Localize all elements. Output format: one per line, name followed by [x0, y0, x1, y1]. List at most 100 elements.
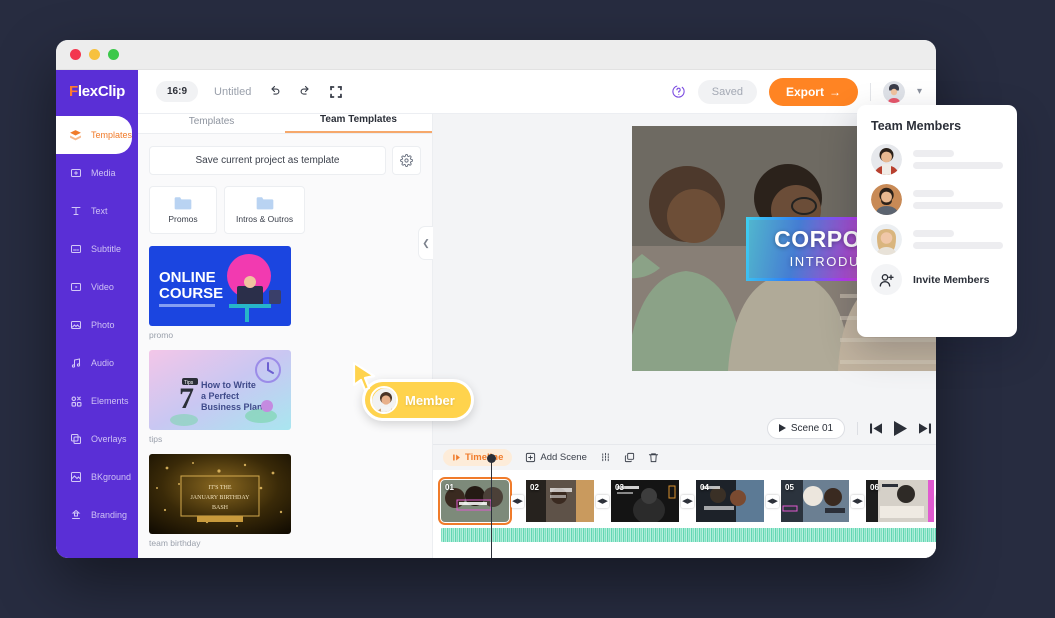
sidebar-item-elements[interactable]: Elements: [56, 382, 138, 420]
team-member-row[interactable]: [871, 184, 1003, 215]
sidebar-item-bkground[interactable]: BKground: [56, 458, 138, 496]
media-icon: [69, 167, 83, 179]
scene-selector[interactable]: Scene 01: [766, 417, 846, 439]
member-name-placeholder: [913, 150, 1003, 169]
transition-icon[interactable]: ◀▶: [766, 494, 779, 508]
svg-text:COURSE: COURSE: [159, 285, 223, 302]
invite-members-label: Invite Members: [913, 273, 990, 286]
sidebar-item-text[interactable]: Text: [56, 192, 138, 230]
tab-team-templates[interactable]: Team Templates: [285, 114, 432, 133]
sidebar-item-label: Overlays: [91, 434, 127, 444]
save-project-as-template-button[interactable]: Save current project as template: [149, 146, 386, 175]
member-name-placeholder: [913, 190, 1003, 209]
timeline-toolbar: Timeline Add Scene 00:02.5 / 00:4: [433, 444, 936, 470]
transition-icon[interactable]: ◀▶: [511, 494, 524, 508]
transition-icon[interactable]: ◀▶: [851, 494, 864, 508]
project-title[interactable]: Untitled: [214, 86, 251, 98]
audio-waveform[interactable]: [441, 528, 936, 542]
timeline-clip[interactable]: 04: [696, 480, 764, 522]
team-member-row[interactable]: [871, 144, 1003, 175]
play-icon[interactable]: [894, 420, 908, 436]
playhead-handle[interactable]: [487, 454, 496, 463]
audio-icon: [69, 357, 83, 369]
skip-next-icon[interactable]: [919, 422, 932, 434]
folder-label: Promos: [168, 214, 198, 224]
export-button[interactable]: Export →: [768, 77, 858, 106]
sidebar-item-templates[interactable]: Templates: [56, 116, 132, 154]
folder-promos[interactable]: Promos: [149, 186, 217, 234]
branding-icon: [69, 509, 83, 521]
elements-icon: [69, 395, 83, 408]
minimize-window-button[interactable]: [89, 49, 100, 60]
sidebar-item-video[interactable]: Video: [56, 268, 138, 306]
undo-icon[interactable]: [267, 84, 282, 99]
gear-icon[interactable]: [392, 146, 421, 175]
sidebar-item-label: Branding: [91, 510, 128, 520]
sidebar-item-overlays[interactable]: Overlays: [56, 420, 138, 458]
template-label: promo: [149, 330, 174, 340]
save-template-row: Save current project as template: [149, 146, 421, 175]
timeline-mode-button[interactable]: Timeline: [443, 449, 513, 466]
timeline-clip[interactable]: 02: [526, 480, 594, 522]
sidebar-item-audio[interactable]: Audio: [56, 344, 138, 382]
transition-icon[interactable]: ◀▶: [596, 494, 609, 508]
subtitle-icon: [69, 243, 83, 255]
sidebar-item-branding[interactable]: Branding: [56, 496, 138, 534]
sidebar-item-media[interactable]: Media: [56, 154, 138, 192]
add-scene-label: Add Scene: [540, 452, 587, 463]
folder-label: Intros & Outros: [236, 214, 294, 224]
sidebar-item-photo[interactable]: Photo: [56, 306, 138, 344]
team-members-title: Team Members: [871, 119, 962, 133]
saved-status: Saved: [697, 79, 757, 104]
svg-text:JANUARY BIRTHDAY: JANUARY BIRTHDAY: [190, 495, 250, 501]
chevron-down-icon[interactable]: ▾: [917, 86, 922, 97]
svg-text:BASH: BASH: [212, 505, 229, 511]
invite-members-button[interactable]: Invite Members: [871, 264, 1003, 295]
timeline-clip[interactable]: 01: [438, 477, 512, 525]
tab-templates[interactable]: Templates: [138, 116, 285, 133]
overlays-icon: [69, 433, 83, 445]
template-thumbnail: ONLINE COURSE: [149, 246, 291, 326]
clip-number: 03: [615, 483, 624, 492]
trash-icon[interactable]: [648, 452, 659, 463]
team-member-row[interactable]: [871, 224, 1003, 255]
templates-panel: Templates Team Templates Save current pr…: [138, 114, 433, 558]
panel-collapse-button[interactable]: ❮: [418, 226, 433, 260]
sidebar-item-label: Video: [91, 282, 114, 292]
template-thumbnail: Tips 7 How to Write a Perfect Business P…: [149, 350, 291, 430]
timeline-clip[interactable]: 03: [611, 480, 679, 522]
transition-icon[interactable]: ◀▶: [681, 494, 694, 508]
team-members-panel: Team Members Invite Members: [857, 105, 1017, 337]
text-icon: [69, 205, 83, 217]
template-card[interactable]: ONLINE COURSE promo: [149, 246, 291, 340]
svg-text:a Perfect: a Perfect: [201, 391, 239, 401]
maximize-window-button[interactable]: [108, 49, 119, 60]
duplicate-icon[interactable]: [624, 452, 635, 463]
close-window-button[interactable]: [70, 49, 81, 60]
template-card[interactable]: Tips 7 How to Write a Perfect Business P…: [149, 350, 291, 444]
template-label: tips: [149, 434, 163, 444]
template-label: team birthday: [149, 538, 201, 548]
add-scene-button[interactable]: Add Scene: [525, 452, 587, 463]
timeline-clip[interactable]: 05: [781, 480, 849, 522]
screenshot-stage: FlexClip 16:9 Untitled Saved Export → ▾ …: [0, 0, 1055, 618]
skip-previous-icon[interactable]: [870, 422, 883, 434]
photo-icon: [69, 319, 83, 331]
playhead[interactable]: [487, 454, 496, 558]
sidebar-item-label: Templates: [90, 130, 132, 140]
timeline-mode-label: Timeline: [465, 452, 504, 463]
folder-intros-outros[interactable]: Intros & Outros: [224, 186, 306, 234]
split-icon[interactable]: [600, 452, 611, 463]
template-card[interactable]: IT'S THE JANUARY BIRTHDAY BASH team birt…: [149, 454, 291, 548]
aspect-ratio-button[interactable]: 16:9: [156, 81, 199, 102]
fullscreen-icon[interactable]: [329, 85, 343, 99]
avatar[interactable]: [882, 80, 905, 103]
sidebar-item-label: Subtitle: [91, 244, 122, 254]
member-badge[interactable]: Member: [362, 379, 474, 421]
export-label: Export: [785, 84, 824, 99]
redo-icon[interactable]: [298, 84, 313, 99]
sidebar-item-subtitle[interactable]: Subtitle: [56, 230, 138, 268]
timeline-clip[interactable]: 06: [866, 480, 934, 522]
app-logo[interactable]: FlexClip: [56, 69, 138, 114]
help-icon[interactable]: [671, 84, 686, 99]
